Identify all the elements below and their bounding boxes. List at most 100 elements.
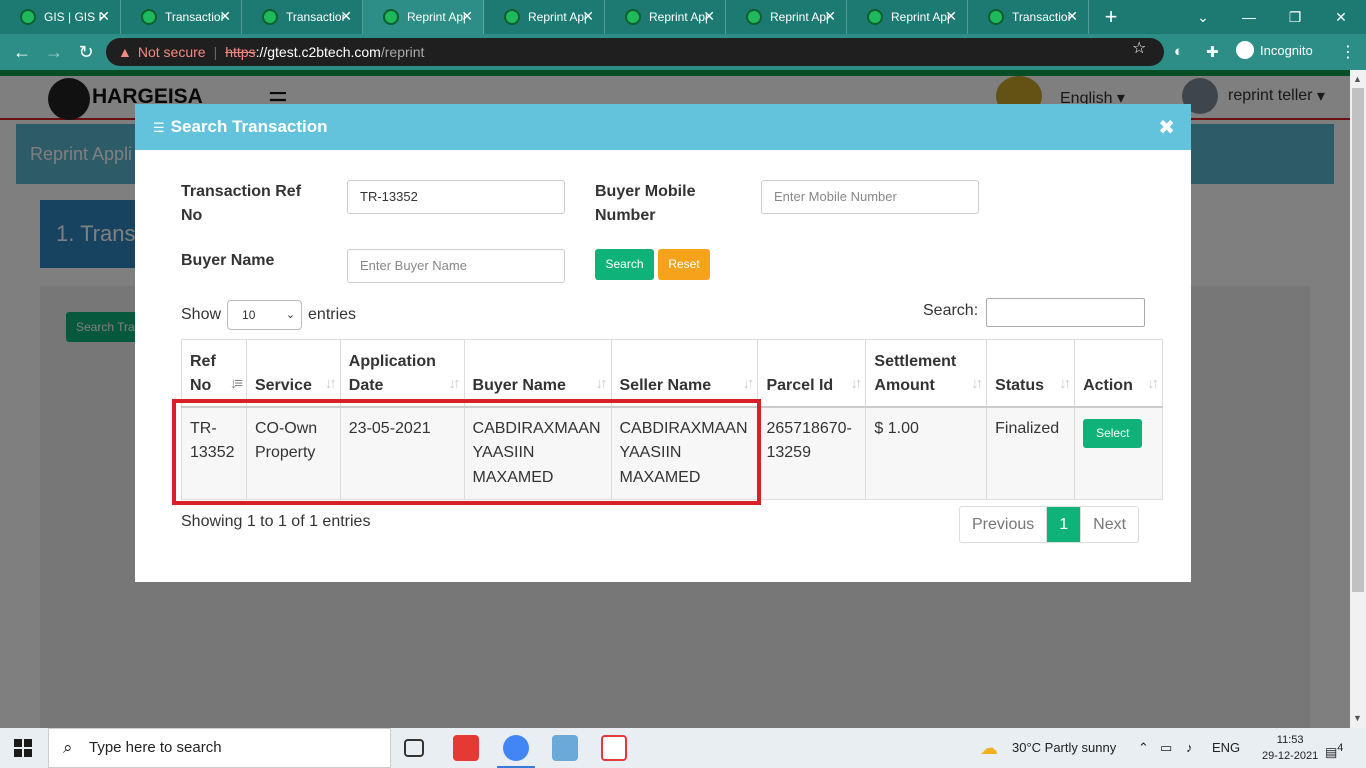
site-favicon-icon [262,9,278,25]
browser-tab[interactable]: Transaction ✕ [242,0,363,34]
close-tab-icon[interactable]: ✕ [461,9,473,23]
close-tab-icon[interactable]: ✕ [945,9,957,23]
close-tab-icon[interactable]: ✕ [340,9,352,23]
extension-icon[interactable]: ◐ [1174,43,1183,60]
app-icon[interactable] [552,735,578,761]
weather-text[interactable]: 30°C Partly sunny [1012,728,1116,768]
column-header-buyer-name[interactable]: Buyer Name ↓↑ [463,339,612,408]
address-bar-row: ← → ↻ ▲ Not secure | https://gtest.c2btech.… [0,34,1366,70]
site-favicon-icon [504,9,520,25]
column-header-status[interactable]: Status ↓↑ [986,339,1076,408]
table-search-input[interactable] [986,298,1145,327]
column-header-service[interactable]: Service ↓↑ [245,339,341,408]
sort-icon: ↓↑ [448,374,461,392]
select-button[interactable]: Select [1083,418,1143,448]
task-view-icon[interactable] [404,739,424,757]
browser-tab-strip: GIS | GIS Pro✕ Transaction✕ Transaction✕… [0,0,1366,34]
network-icon[interactable]: ▭ [1160,728,1172,768]
highlight-box [172,399,761,505]
browser-menu-icon[interactable]: ⋮ [1340,42,1356,62]
ref-no-input[interactable]: TR-13352 [347,180,565,214]
site-favicon-icon [746,9,762,25]
modal-header: ☰ Search Transaction ✖ [135,104,1191,150]
sort-icon: ↓↑ [324,374,337,392]
pagination: Previous 1 Next [959,506,1140,543]
tray-chevron-icon[interactable]: ⌃ [1138,728,1149,768]
ref-no-label: Transaction Ref No [181,183,302,224]
browser-tab[interactable]: Reprint App ✕ [847,0,968,34]
incognito-indicator[interactable]: Incognito [1236,41,1313,59]
reset-button[interactable]: Reset [658,249,710,280]
chrome-icon[interactable] [497,735,535,768]
buyer-name-label: Buyer Name [181,252,275,269]
url-bar[interactable]: ▲ Not secure | https://gtest.c2btech.com/re… [106,38,1164,66]
previous-page-button[interactable]: Previous [960,507,1046,542]
close-window-button[interactable]: ✕ [1318,0,1364,34]
entries-select[interactable]: 10 ⌄ [227,300,303,330]
browser-tab[interactable]: Reprint App ✕ [726,0,847,34]
volume-icon[interactable]: ♪ [1186,728,1193,768]
app-icon[interactable] [453,735,479,761]
close-tab-icon[interactable]: ✕ [703,9,715,23]
site-favicon-icon [988,9,1004,25]
close-tab-icon[interactable]: ✕ [1066,9,1078,23]
table-header-row: Ref No ↓≡ Service ↓↑ Application Date ↓↑ Bu… [181,339,1163,408]
browser-tab-active[interactable]: Reprint App ✕ [363,0,484,34]
new-tab-button[interactable]: + [1091,0,1131,34]
table-info: Showing 1 to 1 of 1 entries [181,513,371,530]
column-header-ref-no[interactable]: Ref No ↓≡ [181,339,247,408]
page-1-button[interactable]: 1 [1046,507,1082,542]
forward-icon[interactable]: → [42,40,66,64]
minimize-button[interactable]: — [1226,0,1272,34]
modal-title: ☰ Search Transaction [153,117,328,136]
close-tab-icon[interactable]: ✕ [582,9,594,23]
wps-office-icon[interactable] [601,735,627,761]
column-header-parcel-id[interactable]: Parcel Id ↓↑ [757,339,867,408]
scroll-down-icon[interactable]: ▼ [1353,713,1362,723]
table-search-label: Search: [923,302,979,319]
warning-icon: ▲ [118,44,132,60]
close-tab-icon[interactable]: ✕ [824,9,836,23]
extensions-puzzle-icon[interactable]: ✚ [1206,43,1219,61]
column-header-settlement-amount[interactable]: Settlement Amount ↓↑ [865,339,988,408]
browser-tab[interactable]: Transaction ✕ [121,0,242,34]
cell-settlement-amount: $ 1.00 [865,406,988,500]
input-language[interactable]: ENG [1212,728,1240,768]
column-header-seller-name[interactable]: Seller Name ↓↑ [610,339,759,408]
windows-taskbar: ⌕ Type here to search ☁ 30°C Partly sunny… [0,728,1366,768]
taskbar-search-box[interactable]: ⌕ Type here to search [48,728,391,768]
list-icon: ☰ [153,120,165,135]
search-button[interactable]: Search [595,249,654,280]
column-header-application-date[interactable]: Application Date ↓↑ [339,339,465,408]
clock[interactable]: 11:53 29-12-2021 [1262,732,1318,764]
browser-tab[interactable]: GIS | GIS Pro✕ [0,0,121,34]
restore-button[interactable]: ❐ [1272,0,1318,34]
site-favicon-icon [20,9,36,25]
windows-start-icon[interactable] [14,739,32,757]
reload-icon[interactable]: ↻ [74,40,98,64]
page-scrollbar[interactable]: ▲ ▼ [1350,70,1366,728]
browser-tab[interactable]: Reprint App ✕ [605,0,726,34]
scrollbar-thumb[interactable] [1352,88,1364,592]
cell-status: Finalized [986,406,1076,500]
weather-icon[interactable]: ☁ [980,728,998,768]
buyer-mobile-input[interactable]: Enter Mobile Number [761,180,979,214]
column-header-action[interactable]: Action ↓↑ [1074,339,1163,408]
back-icon[interactable]: ← [10,40,34,64]
tab-search-icon[interactable]: ⌄ [1180,0,1226,34]
scroll-up-icon[interactable]: ▲ [1353,74,1362,84]
search-transaction-modal: ☰ Search Transaction ✖ Transaction Ref No… [135,104,1191,582]
buyer-name-input[interactable]: Enter Buyer Name [347,249,565,283]
sort-icon: ↓↑ [742,374,754,392]
next-page-button[interactable]: Next [1081,507,1138,542]
bookmark-star-icon[interactable]: ☆ [1132,38,1146,58]
browser-tab[interactable]: Reprint App ✕ [484,0,605,34]
notifications-icon[interactable]: ▤4 [1325,728,1343,768]
incognito-icon [1236,41,1254,59]
close-tab-icon[interactable]: ✕ [219,9,231,23]
browser-tab[interactable]: Transaction ✕ [968,0,1089,34]
close-icon[interactable]: ✖ [1158,115,1175,140]
close-tab-icon[interactable]: ✕ [98,9,110,23]
buyer-mobile-label: Buyer Mobile Number [595,183,696,224]
site-favicon-icon [867,9,883,25]
